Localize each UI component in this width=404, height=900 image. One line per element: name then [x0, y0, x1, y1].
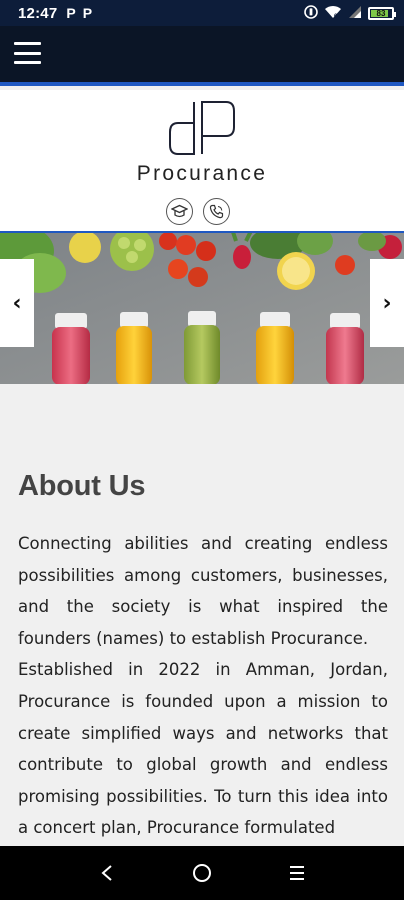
- notification-p-icon: P: [82, 5, 93, 21]
- battery-icon: 83: [368, 6, 396, 20]
- about-paragraph: Established in 2022 in Amman, Jordan, Pr…: [18, 660, 388, 838]
- carousel-prev-button[interactable]: ‹: [0, 259, 34, 347]
- back-icon[interactable]: [87, 853, 127, 893]
- phone-icon[interactable]: [203, 198, 230, 225]
- svg-text:6: 6: [334, 14, 338, 19]
- system-nav-bar: [0, 846, 404, 900]
- carousel-next-button[interactable]: ›: [370, 259, 404, 347]
- status-time: 12:47: [18, 4, 58, 22]
- procurance-logo-mark: [169, 101, 235, 155]
- signal-icon: [348, 4, 362, 23]
- graduation-cap-icon[interactable]: [166, 198, 193, 225]
- top-app-bar: [0, 26, 404, 86]
- chevron-right-icon: ›: [382, 290, 392, 316]
- hero-image: [0, 233, 404, 384]
- hero-carousel[interactable]: ‹ ›: [0, 231, 404, 384]
- battery-level: 83: [376, 8, 386, 18]
- home-icon[interactable]: [182, 853, 222, 893]
- chevron-left-icon: ‹: [12, 290, 22, 316]
- brand-name: Procurance: [136, 162, 268, 185]
- about-section: About Us Connecting abilities and creati…: [0, 384, 404, 846]
- notification-p-icon: P: [66, 5, 76, 21]
- wifi-icon: 6: [324, 4, 342, 23]
- logo-section: Procurance: [0, 90, 404, 231]
- about-paragraph: Connecting abilities and creating endles…: [18, 534, 388, 648]
- recents-icon[interactable]: [277, 853, 317, 893]
- about-body: Connecting abilities and creating endles…: [18, 528, 388, 844]
- about-title: About Us: [18, 470, 146, 502]
- hamburger-icon[interactable]: [14, 42, 41, 64]
- vibrate-icon: [304, 4, 318, 23]
- status-bar: 12:47 P P 6 83: [0, 0, 404, 26]
